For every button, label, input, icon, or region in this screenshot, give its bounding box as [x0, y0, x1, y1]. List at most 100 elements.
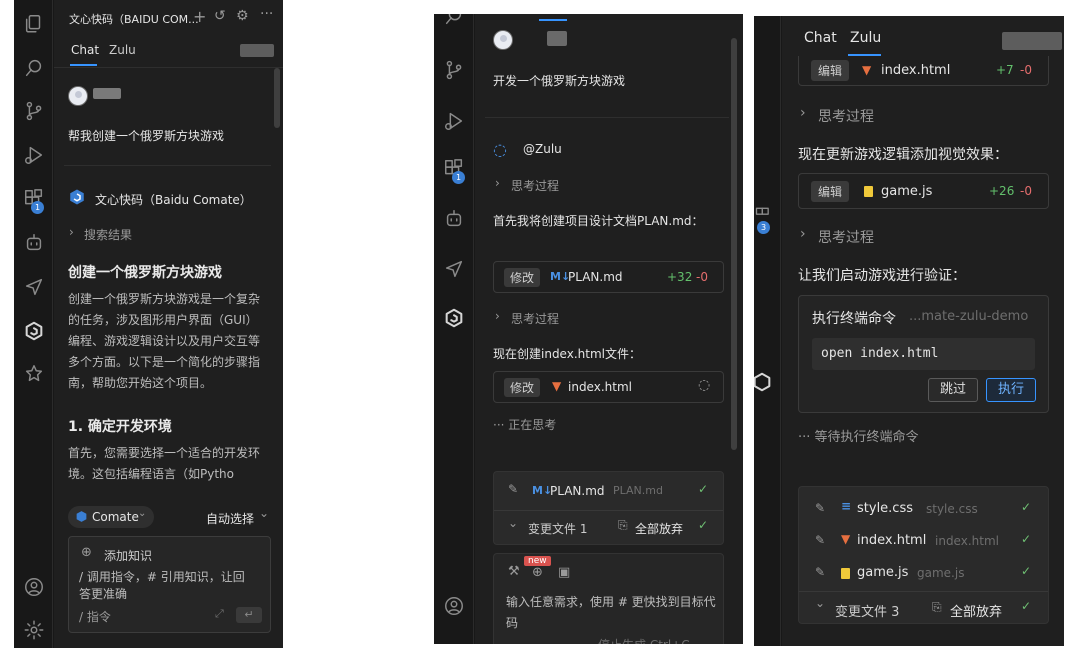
comate-logo-icon[interactable]: [442, 306, 466, 330]
pencil-icon[interactable]: ✎: [815, 565, 825, 579]
tray-file-name[interactable]: PLAN.md: [550, 484, 605, 498]
expand-icon[interactable]: ⤢: [215, 607, 224, 621]
check-icon: ✓: [1021, 564, 1032, 578]
terminal-path: ...mate-zulu-demo: [909, 309, 1029, 324]
model-button[interactable]: Comate ⌄: [68, 506, 154, 528]
search-results-chevron-icon[interactable]: ›: [69, 225, 74, 239]
source-control-icon[interactable]: [22, 99, 46, 123]
auto-select-dropdown[interactable]: 自动选择: [206, 510, 254, 527]
pencil-icon[interactable]: ✎: [508, 482, 518, 496]
robot-icon[interactable]: [442, 207, 466, 231]
send-icon[interactable]: [442, 257, 466, 281]
changed-files-label[interactable]: 变更文件 1: [528, 520, 587, 537]
run-button[interactable]: 执行: [986, 378, 1036, 402]
file-card-game-js[interactable]: 编辑 game.js +26 -0: [798, 173, 1049, 209]
username-blurred: [93, 88, 121, 99]
tab-zulu[interactable]: Zulu: [850, 30, 881, 46]
file-name: PLAN.md: [568, 270, 623, 284]
thinking-chevron-icon[interactable]: ›: [495, 176, 500, 190]
send-button[interactable]: ↵: [236, 607, 262, 623]
account-icon[interactable]: [442, 594, 466, 618]
search-results-toggle[interactable]: 搜索结果: [84, 226, 132, 243]
auto-select-chevron-icon[interactable]: ⌄: [259, 506, 269, 520]
thinking-chevron-icon[interactable]: ›: [800, 226, 806, 242]
loading-spinner-icon: ◌: [698, 377, 711, 393]
new-chat-icon[interactable]: +: [193, 7, 206, 26]
thinking-chevron-icon[interactable]: ›: [495, 309, 500, 323]
tray-divider: [494, 510, 723, 511]
gear-icon[interactable]: ⚙: [236, 8, 249, 24]
stop-generation-button[interactable]: 停止生成 Ctrl+C: [598, 636, 690, 644]
tools-icon[interactable]: ⚒: [508, 564, 520, 579]
assistant-name: 文心快码（Baidu Comate）: [95, 193, 252, 207]
chevron-down-icon[interactable]: ⌄: [508, 516, 518, 530]
agent-name: @Zulu: [523, 142, 562, 156]
discard-all-button[interactable]: 全部放弃: [950, 601, 1002, 620]
comate-logo-icon[interactable]: [754, 370, 774, 394]
skip-button[interactable]: 跳过: [928, 378, 978, 402]
explorer-icon[interactable]: [22, 12, 46, 36]
chat-input[interactable]: ⊕ 添加知识 / 调用指令，# 引用知识，让回答更准确 / 指令 ⤢ ↵: [68, 536, 271, 633]
edit-button[interactable]: 修改: [504, 378, 540, 397]
user-badge-blurred: [240, 44, 274, 57]
edit-button[interactable]: 编辑: [811, 60, 849, 81]
tray-file-name[interactable]: game.js: [857, 565, 908, 580]
lines-added: +7: [996, 63, 1014, 77]
discard-all-button[interactable]: 全部放弃: [635, 520, 683, 537]
search-icon[interactable]: [22, 56, 46, 80]
chevron-down-icon[interactable]: ⌄: [815, 596, 825, 610]
check-icon: ✓: [1021, 500, 1032, 514]
tab-chat[interactable]: Chat: [71, 43, 99, 57]
thinking-toggle-1[interactable]: 思考过程: [511, 177, 559, 194]
terminal-command-card: 执行终端命令 ...mate-zulu-demo open index.html…: [798, 295, 1049, 413]
history-icon[interactable]: ↺: [214, 8, 226, 24]
scrollbar-thumb[interactable]: [274, 68, 280, 128]
changed-files-label[interactable]: 变更文件 3: [835, 601, 899, 620]
extensions-icon[interactable]: [754, 200, 774, 220]
source-control-icon[interactable]: [442, 58, 466, 82]
command-hint[interactable]: / 指令: [79, 608, 111, 625]
edit-button[interactable]: 修改: [504, 268, 540, 287]
more-icon[interactable]: ···: [260, 6, 273, 22]
comate-logo-icon[interactable]: [22, 319, 46, 343]
update-text: 现在更新游戏逻辑添加视觉效果：: [798, 147, 1008, 163]
send-icon[interactable]: [22, 275, 46, 299]
tray-file-name[interactable]: index.html: [857, 533, 926, 548]
pencil-icon[interactable]: ✎: [815, 533, 825, 547]
settings-icon[interactable]: [22, 618, 46, 642]
add-knowledge-label[interactable]: 添加知识: [104, 547, 152, 564]
check-icon: ✓: [1021, 532, 1032, 546]
terminal-command: open index.html: [812, 338, 1035, 370]
tray-file-path: index.html: [935, 534, 999, 548]
username-blurred: [547, 31, 567, 46]
thinking-chevron-icon[interactable]: ›: [800, 105, 806, 121]
file-card-index[interactable]: 编辑 ▼ index.html +7 -0: [798, 56, 1049, 86]
check-icon[interactable]: ✓: [1021, 599, 1031, 613]
star-plugin-icon[interactable]: [22, 362, 46, 386]
robot-icon[interactable]: [22, 231, 46, 255]
add-icon[interactable]: ⊕: [532, 565, 543, 580]
file-name: index.html: [881, 63, 951, 78]
lines-added: +32: [667, 270, 693, 284]
thinking-toggle-2[interactable]: 思考过程: [818, 227, 874, 247]
search-icon[interactable]: [442, 14, 466, 28]
run-debug-icon[interactable]: [442, 109, 466, 133]
command-text: open index.html: [821, 346, 939, 361]
html-file-icon: ▼: [552, 379, 562, 393]
thinking-toggle-2[interactable]: 思考过程: [511, 310, 559, 327]
pencil-icon[interactable]: ✎: [815, 501, 825, 515]
run-debug-icon[interactable]: [22, 143, 46, 167]
tab-zulu[interactable]: Zulu: [109, 43, 136, 57]
add-knowledge-icon[interactable]: ⊕: [81, 545, 92, 560]
image-icon[interactable]: ▣: [558, 565, 570, 580]
chat-input[interactable]: ⚒ new ⊕ ▣ 输入任意需求，使用 # 更快找到目标代码 停止生成 Ctrl…: [493, 553, 724, 644]
edit-button[interactable]: 编辑: [811, 181, 849, 202]
tray-file-name[interactable]: style.css: [857, 501, 913, 516]
file-card-plan[interactable]: 修改 M↓ PLAN.md +32 -0: [493, 261, 724, 293]
check-icon[interactable]: ✓: [698, 518, 708, 532]
account-icon[interactable]: [22, 575, 46, 599]
scrollbar-thumb[interactable]: [731, 38, 737, 450]
thinking-toggle-1[interactable]: 思考过程: [818, 106, 874, 126]
tab-chat[interactable]: Chat: [804, 30, 837, 46]
file-card-index[interactable]: 修改 ▼ index.html ◌: [493, 371, 724, 403]
